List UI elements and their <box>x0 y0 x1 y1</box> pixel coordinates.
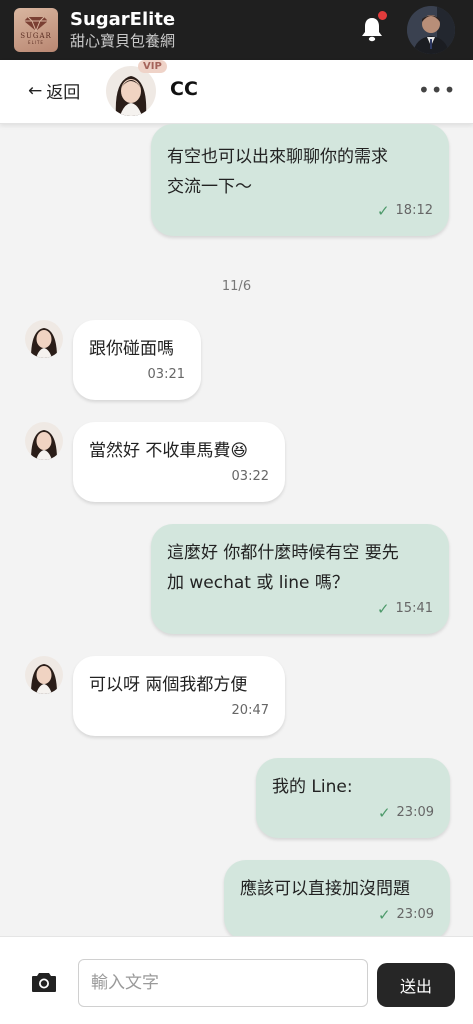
diamond-icon <box>24 16 48 32</box>
message-input[interactable] <box>78 959 368 1007</box>
peer-avatar[interactable] <box>106 66 156 116</box>
message-list[interactable]: 有空也可以出來聊聊你的需求 交流一下～ ✓ 18:12 11/6 跟你碰面嗎 0… <box>0 124 473 936</box>
composer-bar: 送出 <box>0 936 473 1024</box>
check-icon: ✓ <box>377 804 391 822</box>
message-bubble-outgoing[interactable]: 應該可以直接加沒問題 ✓ 23:09 <box>224 860 450 936</box>
message-bubble-incoming[interactable]: 跟你碰面嗎 03:21 <box>73 320 201 400</box>
message-bubble-incoming[interactable]: 可以呀 兩個我都方便 20:47 <box>73 656 285 736</box>
message-time: 23:09 <box>396 805 434 820</box>
brand: SugarElite 甜心寶貝包養網 <box>70 9 175 51</box>
message-meta: ✓ 23:09 <box>378 798 434 828</box>
peer-avatar-small[interactable] <box>25 656 63 694</box>
message-time: 15:41 <box>395 601 433 616</box>
message-meta: 20:47 <box>232 696 269 726</box>
message-time: 03:22 <box>231 469 269 484</box>
app-tagline: 甜心寶貝包養網 <box>70 32 176 50</box>
message-meta: 03:21 <box>148 360 185 390</box>
message-time: 23:09 <box>396 907 434 922</box>
back-label: 返回 <box>46 83 81 103</box>
logo-subtext: ELITE <box>28 39 44 45</box>
message-time: 18:12 <box>395 203 433 218</box>
more-button[interactable]: ••• <box>418 78 456 102</box>
send-button[interactable]: 送出 <box>377 963 455 1007</box>
message-meta: ✓ 18:12 <box>377 196 433 226</box>
check-icon: ✓ <box>376 600 390 618</box>
message-meta: ✓ 23:09 <box>378 900 434 930</box>
peer-avatar-small[interactable] <box>25 320 63 358</box>
message-bubble-outgoing[interactable]: 這麼好 你都什麼時候有空 要先 加 wechat 或 line 嗎？ ✓ 15:… <box>151 524 449 634</box>
back-button[interactable]: ← 返回 <box>28 78 81 104</box>
notifications-button[interactable] <box>360 11 387 42</box>
check-icon: ✓ <box>377 906 391 924</box>
app-name: SugarElite <box>70 9 176 30</box>
peer-avatar-small[interactable] <box>25 422 63 460</box>
message-time: 20:47 <box>231 703 269 718</box>
camera-button[interactable] <box>31 971 57 993</box>
message-meta: 03:22 <box>232 462 269 492</box>
vip-badge: VIP <box>138 60 167 73</box>
message-bubble-outgoing[interactable]: 有空也可以出來聊聊你的需求 交流一下～ ✓ 18:12 <box>151 124 449 236</box>
chat-header: ← 返回 VIP CC ••• <box>0 60 473 124</box>
message-bubble-incoming[interactable]: 當然好 不收車馬費😆 03:22 <box>73 422 285 502</box>
message-time: 03:21 <box>147 367 185 382</box>
camera-icon <box>32 973 56 992</box>
arrow-left-icon: ← <box>28 80 43 101</box>
bell-icon <box>362 18 382 42</box>
message-meta: ✓ 15:41 <box>377 594 433 624</box>
my-avatar[interactable] <box>407 6 455 54</box>
message-text: 這麼好 你都什麼時候有空 要先 <box>167 543 399 563</box>
app-logo[interactable]: SUGAR ELITE <box>14 8 58 52</box>
peer-name: CC <box>170 78 198 100</box>
app-bar: SUGAR ELITE SugarElite 甜心寶貝包養網 <box>0 0 473 60</box>
message-text: 有空也可以出來聊聊你的需求 <box>167 147 388 167</box>
notification-dot <box>378 11 387 20</box>
logo-text: SUGAR <box>20 31 52 40</box>
message-bubble-outgoing[interactable]: 我的 Line: ✓ 23:09 <box>256 758 450 838</box>
check-icon: ✓ <box>376 202 390 220</box>
date-separator: 11/6 <box>221 279 252 294</box>
